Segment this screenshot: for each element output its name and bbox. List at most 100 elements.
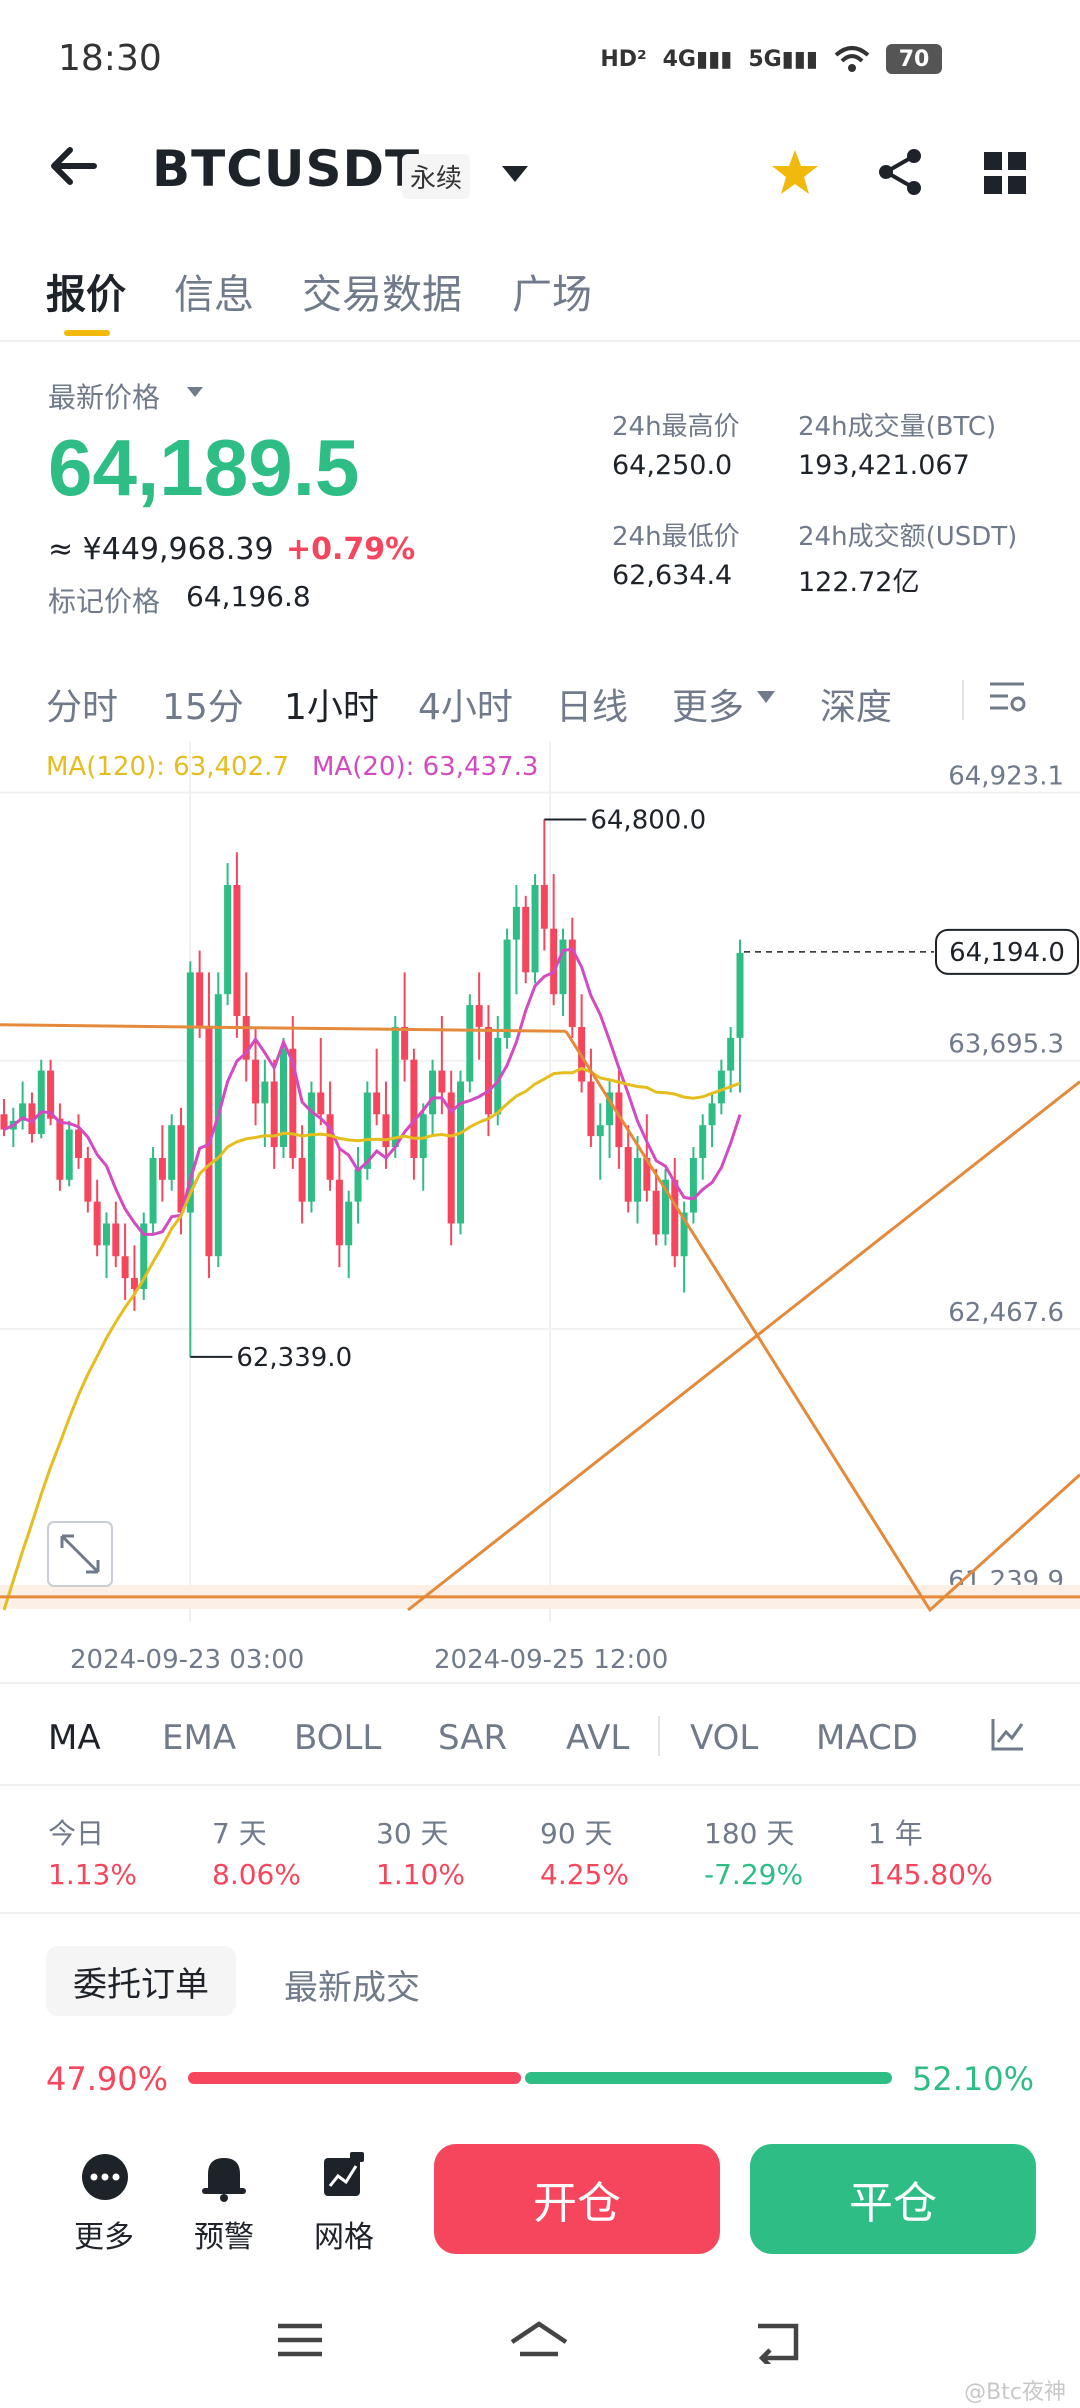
volume-usdt-value: 122.72亿: [798, 567, 920, 598]
performance-value: 1.10%: [376, 1858, 465, 1891]
tab-quote[interactable]: 报价: [46, 262, 126, 320]
fullscreen-icon[interactable]: [47, 1521, 113, 1587]
performance-value: 8.06%: [212, 1858, 301, 1891]
grid-label[interactable]: 网格: [314, 2212, 374, 2256]
candle-body: [252, 1059, 260, 1104]
divider: [0, 1912, 1080, 1914]
status-icons: HD² 4G▮▮▮ 5G▮▮▮ 70: [600, 44, 942, 74]
interval-line[interactable]: 分时: [46, 678, 118, 730]
drawn-line: [407, 1080, 1080, 1612]
buy-ratio-bar: [188, 2072, 521, 2084]
grid-bot-icon[interactable]: [322, 2152, 366, 2198]
indicator-macd[interactable]: MACD: [816, 1718, 918, 1758]
candlestick-chart[interactable]: 64,923.1 63,695.3 62,467.6 61,239.9 64,800.0…: [0, 742, 1080, 1692]
interval-15m[interactable]: 15分: [162, 678, 244, 730]
low-24h-value: 62,634.4: [612, 560, 733, 591]
performance-label: 7 天: [212, 1817, 267, 1850]
x-axis-label: 2024-09-25 12:00: [434, 1645, 668, 1675]
more-icon[interactable]: [80, 2152, 130, 2202]
tab-trading-data[interactable]: 交易数据: [302, 262, 462, 320]
indicator-vol[interactable]: VOL: [690, 1718, 758, 1758]
indicator-boll[interactable]: BOLL: [294, 1718, 381, 1758]
volume-usdt-label: 24h成交额(USDT): [798, 522, 1018, 552]
chart-settings-icon[interactable]: [988, 680, 1028, 716]
candle-body: [484, 1026, 492, 1115]
active-tab-indicator: [64, 330, 110, 336]
candle-body: [84, 1157, 92, 1202]
indicator-settings-icon[interactable]: [990, 1716, 1026, 1752]
symbol-title[interactable]: BTCUSDT: [152, 140, 420, 198]
candle-body: [699, 1125, 707, 1158]
candle-body: [298, 1157, 306, 1202]
alert-label[interactable]: 预警: [194, 2212, 254, 2256]
interval-1h[interactable]: 1小时: [284, 678, 379, 730]
performance-value: 145.80%: [868, 1858, 993, 1891]
candle-body: [196, 972, 204, 1027]
close-position-button[interactable]: 平仓: [750, 2144, 1036, 2254]
tab-info[interactable]: 信息: [174, 262, 254, 320]
candle-body: [168, 1125, 176, 1180]
candle-body: [671, 1179, 679, 1257]
candle-body: [596, 1125, 604, 1137]
candle-body: [429, 1070, 437, 1115]
candle-body: [438, 1070, 446, 1093]
home-icon[interactable]: [508, 2320, 570, 2364]
tab-latest-trades[interactable]: 最新成交: [284, 1960, 420, 2009]
candle-body: [102, 1223, 110, 1246]
chart-canvas[interactable]: 64,923.163,695.362,467.661,239.964,800.0…: [0, 742, 1080, 1692]
candle-body: [112, 1223, 120, 1257]
y-axis-label: 63,695.3: [948, 1030, 1064, 1060]
candle-body: [410, 1059, 418, 1158]
indicator-ma[interactable]: MA: [48, 1718, 101, 1758]
buy-ratio: 47.90%: [46, 2060, 169, 2098]
mark-price-label: 标记价格: [48, 585, 161, 618]
candle-body: [475, 1005, 483, 1027]
wifi-icon: [834, 46, 870, 72]
grid-menu-icon[interactable]: [984, 152, 1026, 194]
indicator-sar[interactable]: SAR: [438, 1718, 507, 1758]
high-annotation: 64,800.0: [590, 805, 706, 835]
tab-orders[interactable]: 委托订单: [46, 1946, 236, 2016]
back-nav-icon[interactable]: [752, 2320, 804, 2364]
ma120-legend: MA(120): 63,402.7: [46, 752, 289, 782]
candle-body: [261, 1081, 269, 1104]
interval-depth[interactable]: 深度: [820, 678, 892, 730]
caret-down-icon[interactable]: [756, 690, 776, 704]
performance-label: 180 天: [704, 1817, 795, 1850]
tab-square[interactable]: 广场: [512, 262, 592, 320]
divider: [658, 1716, 660, 1756]
cny-price: ≈ ¥449,968.39: [48, 532, 274, 567]
candle-body: [540, 885, 548, 929]
bell-icon[interactable]: [200, 2152, 248, 2202]
candle-body: [373, 1092, 381, 1115]
y-axis-label: 64,923.1: [948, 762, 1064, 792]
interval-1d[interactable]: 日线: [556, 678, 628, 730]
latest-price-label[interactable]: 最新价格: [48, 376, 160, 416]
sell-ratio-bar: [525, 2072, 892, 2084]
indicator-avl[interactable]: AVL: [566, 1718, 629, 1758]
chevron-down-icon[interactable]: [500, 164, 530, 184]
candle-body: [121, 1256, 129, 1279]
share-icon[interactable]: [876, 148, 924, 196]
menu-icon[interactable]: [276, 2320, 324, 2360]
ma20-legend: MA(20): 63,437.3: [312, 752, 539, 782]
candle-body: [466, 1005, 474, 1082]
candle-body: [391, 1026, 399, 1148]
performance-label: 1 年: [868, 1817, 923, 1850]
candle-body: [587, 1081, 595, 1137]
interval-more[interactable]: 更多: [672, 678, 744, 730]
candle-body: [233, 885, 241, 1017]
interval-4h[interactable]: 4小时: [418, 678, 513, 730]
volume-btc-label: 24h成交量(BTC): [798, 412, 997, 442]
caret-down-icon[interactable]: [186, 386, 204, 398]
more-label[interactable]: 更多: [74, 2212, 134, 2256]
current-price-label: 64,194.0: [949, 938, 1065, 968]
performance-label: 90 天: [540, 1817, 613, 1850]
sell-ratio: 52.10%: [911, 2060, 1034, 2098]
candle-body: [736, 952, 744, 1038]
perpetual-badge: 永续: [402, 154, 471, 199]
back-arrow-icon[interactable]: [48, 146, 98, 186]
open-position-button[interactable]: 开仓: [434, 2144, 720, 2254]
favorite-star-icon[interactable]: [770, 148, 820, 196]
indicator-ema[interactable]: EMA: [162, 1718, 236, 1758]
